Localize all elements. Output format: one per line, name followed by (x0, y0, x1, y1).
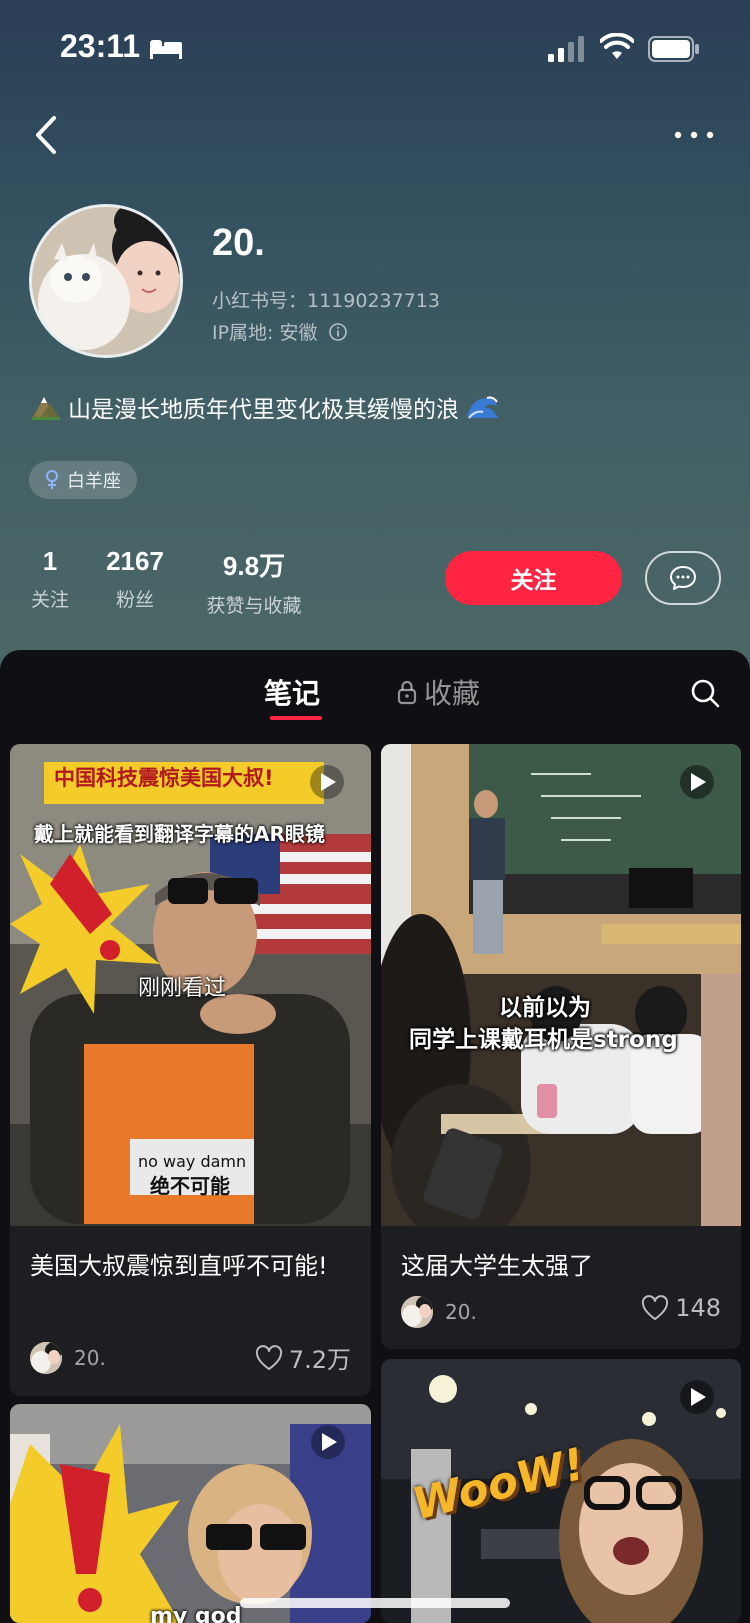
tab-notes[interactable]: 笔记 (264, 672, 320, 712)
heart-icon (642, 1295, 669, 1320)
note-cover-image (381, 744, 741, 1226)
cover-overlay-mid: 刚刚看过 (138, 976, 227, 1001)
user-id: 小红书号：11190237713 (212, 290, 440, 312)
message-button[interactable] (645, 551, 721, 605)
bed-icon (150, 40, 182, 59)
note-card[interactable]: 以前以为 同学上课戴耳机是strong 这届大学生太强了 20. 148 (381, 744, 741, 1349)
status-bar: 23:11 (0, 0, 750, 100)
like-count-value: 148 (675, 1294, 721, 1322)
cover-overlay-line1: 以前以为 (499, 995, 591, 1021)
like-count[interactable]: 7.2万 (255, 1340, 351, 1375)
wave-emoji (467, 396, 499, 419)
cover-overlay-subtitle: 戴上就能看到翻译字幕的AR眼镜 (34, 822, 325, 846)
mountain-emoji (32, 397, 60, 420)
note-card[interactable]: WooW! (381, 1359, 741, 1623)
cover-overlay-bottom-cn: 绝不可能 (150, 1174, 230, 1198)
zodiac-tag: 白羊座 (29, 461, 137, 499)
ip-location-row: IP属地: 安徽 (212, 318, 348, 345)
author-name: 20. (445, 1300, 477, 1324)
nickname: 20. (212, 222, 265, 264)
cover-overlay-bottom-en: no way damn (138, 1152, 247, 1171)
tab-collections-label: 收藏 (424, 677, 481, 710)
stat-likes-value: 9.8万 (222, 551, 286, 581)
stat-following-label: 关注 (30, 589, 69, 611)
signal-icon (548, 36, 584, 62)
zodiac-tag-label: 白羊座 (67, 471, 121, 492)
cover-overlay-line2: 同学上课戴耳机是strong (409, 1027, 678, 1053)
stat-followers-value: 2167 (106, 546, 164, 576)
more-horizontal-icon[interactable] (672, 120, 716, 150)
cover-overlay-title: 中国科技震惊美国大叔! (54, 766, 274, 790)
avatar[interactable] (29, 204, 183, 358)
ip-location: IP属地: 安徽 (212, 322, 318, 344)
status-time: 23:11 (60, 28, 141, 64)
tab-collections[interactable]: 收藏 (396, 672, 480, 712)
tab-bar (0, 650, 750, 736)
bio-text: 山是漫长地质年代里变化极其缓慢的浪 (68, 397, 459, 423)
chevron-left-icon[interactable] (30, 112, 64, 158)
stat-following[interactable]: 1 关注 (30, 546, 70, 612)
note-title: 这届大学生太强了 (401, 1252, 593, 1280)
female-gender-icon (46, 470, 58, 489)
follow-button[interactable]: 关注 (445, 551, 622, 605)
note-title: 美国大叔震惊到直呼不可能! (30, 1252, 328, 1280)
search-icon[interactable] (688, 676, 722, 710)
wifi-icon (600, 33, 634, 59)
info-icon[interactable] (328, 322, 348, 342)
note-author[interactable]: 20. (401, 1296, 477, 1328)
stat-followers-label: 粉丝 (115, 589, 154, 611)
like-count[interactable]: 148 (641, 1294, 721, 1322)
note-card[interactable]: 中国科技震惊美国大叔! 戴上就能看到翻译字幕的AR眼镜 刚刚看过 no way … (10, 744, 371, 1396)
lock-icon (397, 680, 417, 705)
stat-likes-label: 获赞与收藏 (206, 595, 302, 617)
avatar-image (32, 207, 180, 355)
tab-active-indicator (270, 716, 322, 720)
note-author[interactable]: 20. (30, 1342, 106, 1374)
chat-bubble-icon (670, 566, 696, 590)
note-card[interactable]: my god (10, 1404, 371, 1623)
like-count-value: 7.2万 (288, 1346, 351, 1374)
bio: 山是漫长地质年代里变化极其缓慢的浪 (30, 390, 501, 424)
cover-overlay-bottom: my god (150, 1604, 242, 1623)
author-avatar (30, 1342, 62, 1374)
battery-icon (648, 36, 699, 62)
heart-icon (255, 1344, 282, 1370)
stat-likes-collections[interactable]: 9.8万 获赞与收藏 (198, 546, 310, 618)
author-name: 20. (74, 1346, 106, 1370)
note-cover-image (10, 1404, 371, 1623)
stat-followers[interactable]: 2167 粉丝 (102, 546, 168, 612)
home-indicator (240, 1598, 510, 1608)
stat-following-value: 1 (42, 546, 58, 576)
author-avatar (401, 1296, 433, 1328)
